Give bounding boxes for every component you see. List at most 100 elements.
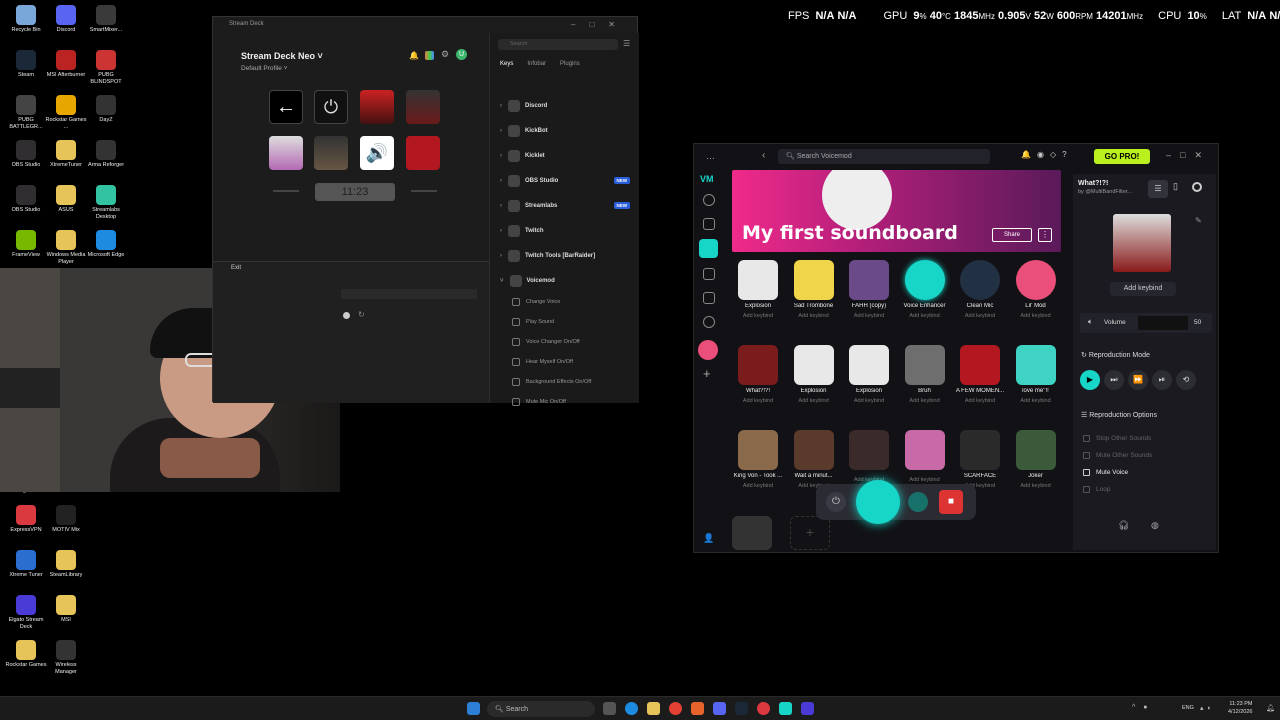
sound-tile[interactable]: Explosion Add keybind xyxy=(732,260,784,319)
infobar-clock[interactable]: 11:23 xyxy=(315,183,395,201)
stop-icon[interactable]: ■ xyxy=(939,490,963,514)
key-boom[interactable]: 🔊 xyxy=(360,136,394,170)
action-search-input[interactable]: Search xyxy=(498,39,618,50)
avatar[interactable]: U xyxy=(456,49,467,60)
settings-icon[interactable] xyxy=(703,316,715,328)
sound-tile[interactable]: Voice Enhancer Add keybind xyxy=(899,260,951,319)
chrome-icon[interactable] xyxy=(669,702,682,715)
desktop-icon[interactable]: Windows Media Player xyxy=(44,230,88,265)
help-icon[interactable]: ? xyxy=(1062,150,1072,159)
sound-tile[interactable]: Clean Mic Add keybind xyxy=(954,260,1006,319)
desktop-icon[interactable]: DayZ xyxy=(84,95,128,124)
windows-start-icon[interactable] xyxy=(467,702,480,715)
add-sound-button[interactable]: + xyxy=(790,516,830,550)
play-restart-icon[interactable]: ⏭ xyxy=(1104,370,1124,390)
file-explorer-icon[interactable] xyxy=(647,702,660,715)
desktop-icon[interactable]: XtremeTuner xyxy=(44,140,88,169)
desktop-icon[interactable]: Arma Reforger xyxy=(84,140,128,169)
sound-tile[interactable]: Joker Add keybind xyxy=(1010,430,1062,489)
voicemod-search-input[interactable]: 🔍︎ Search Voicemod xyxy=(778,149,990,164)
profile-avatar[interactable] xyxy=(698,340,718,360)
desktop-icon[interactable]: Discord xyxy=(44,5,88,34)
chevron-up-icon[interactable]: ^ xyxy=(1132,704,1143,711)
voicemod-action-item[interactable]: Hear Myself On/Off xyxy=(490,352,640,372)
user-icon[interactable]: 👤 xyxy=(703,533,714,544)
voicemod-action-item[interactable]: Change Voice xyxy=(490,292,640,312)
sound-tile[interactable]: Wait a minut... Add keybind xyxy=(788,430,840,489)
play-overlap-icon[interactable]: ⏩ xyxy=(1128,370,1148,390)
sound-tile[interactable]: King Von - Took ... Add keybind xyxy=(732,430,784,489)
sound-tile[interactable]: A FEW MOMEN... Add keybind xyxy=(954,345,1006,404)
desktop-icon[interactable]: MSI xyxy=(44,595,88,624)
exit-label[interactable]: Exit xyxy=(213,262,489,274)
desktop-icon[interactable]: Microsoft Edge xyxy=(84,230,128,259)
loop-icon[interactable]: ⟲ xyxy=(1176,370,1196,390)
tab-plugins[interactable]: Plugins xyxy=(560,61,580,67)
plugin-item[interactable]: ˅ Voicemod xyxy=(490,268,640,293)
expressvpn-icon[interactable] xyxy=(757,702,770,715)
sound-tile[interactable]: Explosion Add keybind xyxy=(788,345,840,404)
avatar-icon[interactable] xyxy=(703,268,715,280)
property-input[interactable] xyxy=(341,289,477,299)
checkbox[interactable] xyxy=(1083,486,1090,493)
go-pro-button[interactable]: GO PRO! xyxy=(1094,149,1150,164)
sound-tile[interactable]: Bruh Add keybind xyxy=(899,345,951,404)
repro-option[interactable]: Mute Other Sounds xyxy=(1083,447,1208,464)
desktop-icon[interactable]: ASUS xyxy=(44,185,88,214)
desktop-icon[interactable]: PUBG BLINDSPOT xyxy=(84,50,128,85)
add-keybind-button[interactable]: Add keybind xyxy=(1110,282,1176,296)
task-view-icon[interactable] xyxy=(603,702,616,715)
store-icon[interactable] xyxy=(703,292,715,304)
maximize-button[interactable]: □ xyxy=(589,20,608,29)
desktop-icon[interactable]: Recycle Bin xyxy=(4,5,48,34)
voicemod-icon[interactable] xyxy=(779,702,792,715)
sound-tile-partial[interactable] xyxy=(732,516,772,550)
edit-icon[interactable]: ✎ xyxy=(1195,216,1202,225)
desktop-icon[interactable]: Steam xyxy=(4,50,48,79)
share-button[interactable]: Share xyxy=(992,228,1032,242)
volume-slider[interactable] xyxy=(1138,316,1188,330)
desktop-icon[interactable]: OBS Studio xyxy=(4,185,48,214)
desktop-icon[interactable]: FrameView xyxy=(4,230,48,259)
notification-icon[interactable]: 🔔︎ xyxy=(1266,704,1275,712)
plugin-item[interactable]: › OBS Studio NEW xyxy=(490,168,640,193)
desktop-icon[interactable]: OBS Studio xyxy=(4,140,48,169)
plugin-item[interactable]: › Streamlabs NEW xyxy=(490,193,640,218)
desktop-icon[interactable]: Xtreme Tuner xyxy=(4,550,48,579)
desktop-icon[interactable]: Streamlabs Desktop xyxy=(84,185,128,220)
globe-icon[interactable]: ◍ xyxy=(1151,520,1159,531)
key-person[interactable] xyxy=(314,136,348,170)
sound-tile[interactable]: FAHH (copy) Add keybind xyxy=(843,260,895,319)
tab-keys[interactable]: Keys xyxy=(500,61,513,67)
afterburner-icon[interactable] xyxy=(691,702,704,715)
minimize-button[interactable]: – xyxy=(1166,150,1180,160)
voicemod-action-item[interactable]: Play Sound xyxy=(490,312,640,332)
plugin-item[interactable]: › Kicklet xyxy=(490,143,640,168)
sound-tile[interactable]: SCARFACE Add keybind xyxy=(954,430,1006,489)
more-options-icon[interactable]: … xyxy=(706,151,715,161)
headphones-icon[interactable]: 🎧︎ xyxy=(1118,520,1129,531)
discord-icon[interactable]: ◉ xyxy=(1037,150,1050,159)
desktop-icon[interactable]: SteamLibrary xyxy=(44,550,88,579)
desktop-icon[interactable]: PUBG BATTLEGR... xyxy=(4,95,48,130)
plugin-item[interactable]: › KickBot xyxy=(490,118,640,143)
touch-strip-left[interactable] xyxy=(273,190,299,192)
desktop-icon[interactable]: MOTIV Mix xyxy=(44,505,88,534)
sound-tile[interactable]: Explosion Add keybind xyxy=(843,345,895,404)
soundboard-icon[interactable] xyxy=(699,239,718,258)
clock[interactable]: 11:23 PM 4/12/2026 xyxy=(1228,700,1252,716)
marketplace-icon[interactable] xyxy=(425,51,434,60)
record-icon[interactable] xyxy=(1192,182,1202,192)
bell-icon[interactable]: 🔔 xyxy=(1021,150,1037,159)
diamond-icon[interactable]: ◇ xyxy=(1050,150,1062,159)
checkbox[interactable] xyxy=(1083,469,1090,476)
banner-menu-icon[interactable]: ⋮ xyxy=(1038,228,1052,242)
repro-option[interactable]: Mute Voice xyxy=(1083,464,1208,481)
mic-icon[interactable]: ● xyxy=(1143,704,1155,711)
desktop-icon[interactable]: MSI Afterburner xyxy=(44,50,88,79)
sound-tile[interactable]: What?!?! Add keybind xyxy=(732,345,784,404)
key-what[interactable] xyxy=(406,90,440,124)
key-power[interactable]: ⏻ xyxy=(314,90,348,124)
sound-tile[interactable]: Add keybind xyxy=(899,430,951,483)
sound-tile[interactable]: love me''!! Add keybind xyxy=(1010,345,1062,404)
